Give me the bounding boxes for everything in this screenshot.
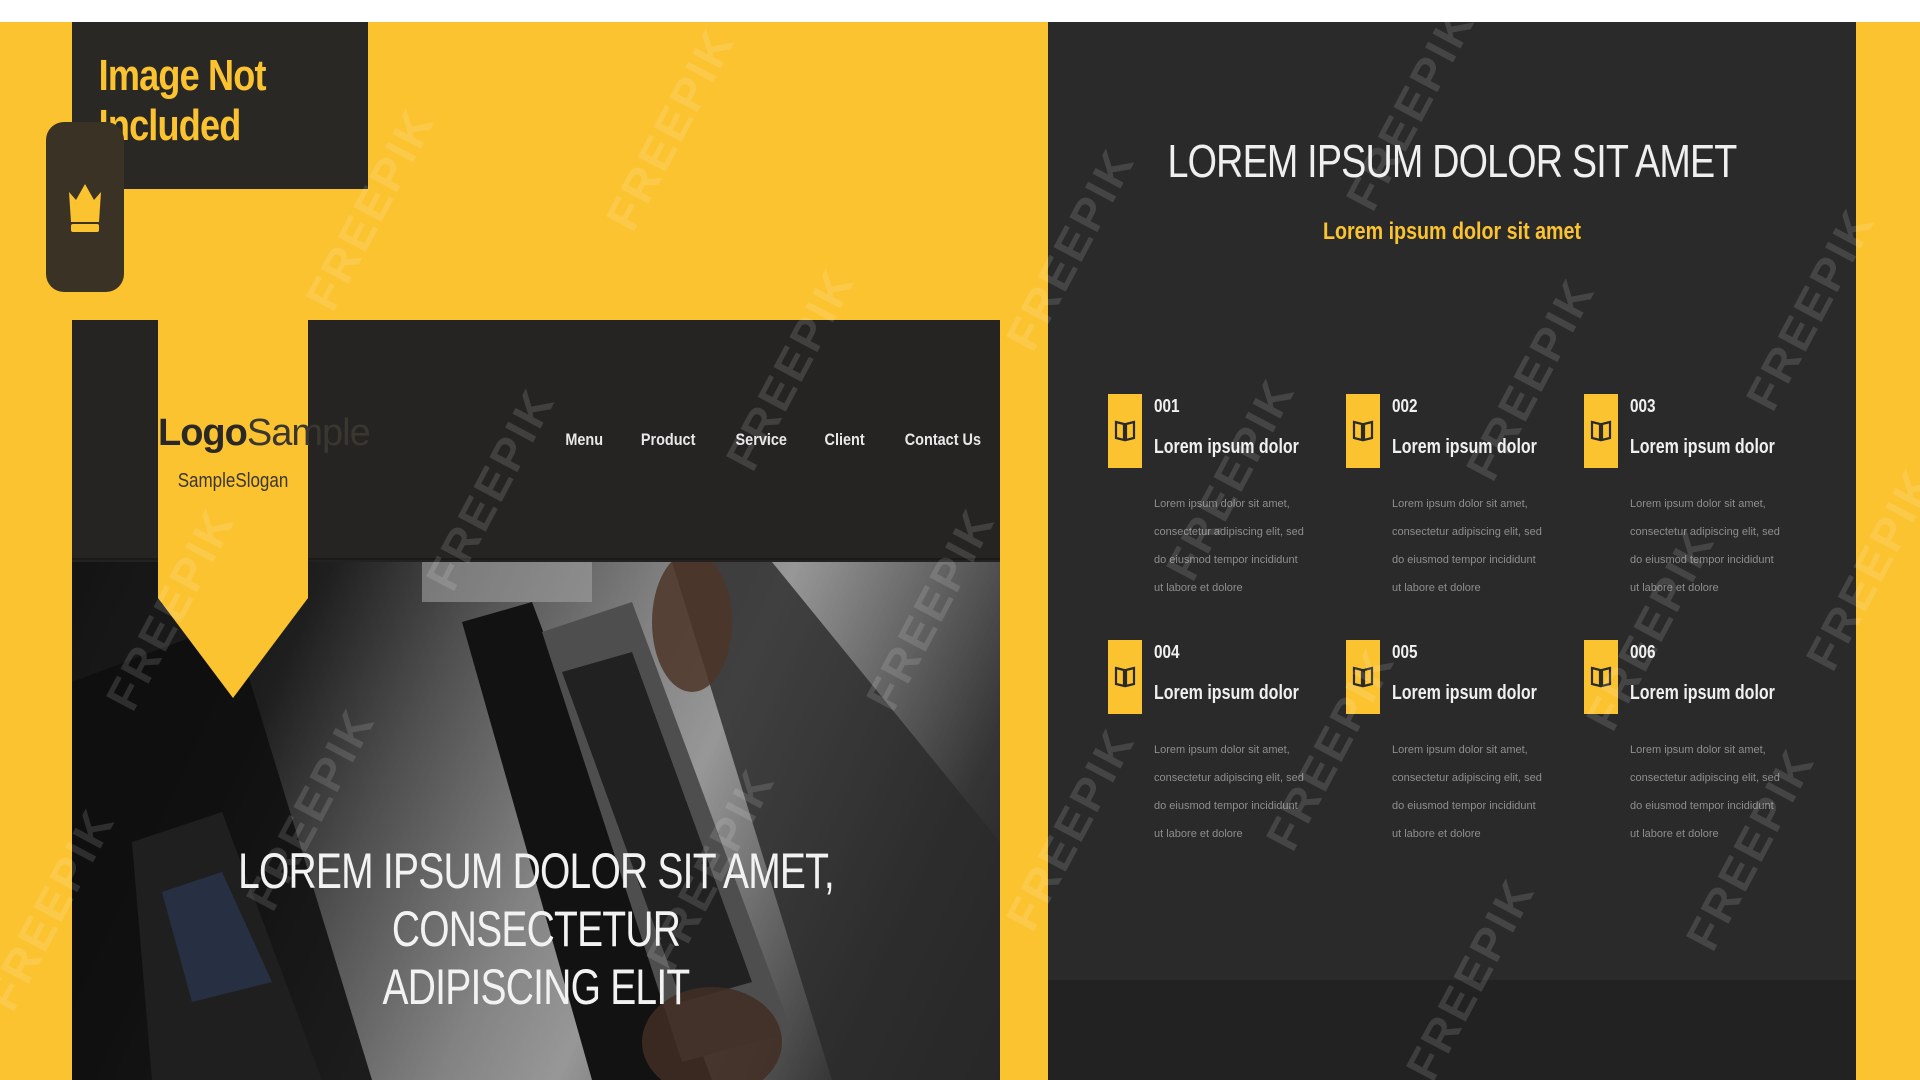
feature-card: 004 Lorem ipsum dolor Lorem ipsum dolor … bbox=[1108, 640, 1308, 840]
premium-crown-button[interactable] bbox=[46, 122, 124, 292]
nav-menu: Menu Product Service Client Contact Us bbox=[562, 430, 988, 450]
feature-title: Lorem ipsum dolor bbox=[1392, 682, 1537, 704]
panel-subtitle: Lorem ipsum dolor sit amet bbox=[1322, 218, 1582, 245]
feature-title: Lorem ipsum dolor bbox=[1630, 682, 1775, 704]
logo-light: Sample bbox=[246, 412, 371, 454]
feature-number: 003 bbox=[1630, 396, 1656, 416]
logo-tab[interactable]: LogoSample SampleSlogan bbox=[158, 320, 371, 698]
feature-body: Lorem ipsum dolor sit amet, consectetur … bbox=[1392, 744, 1542, 840]
hero-heading-line1: LOREM IPSUM DOLOR SIT AMET, CONSECTETUR bbox=[238, 843, 835, 957]
feature-title: Lorem ipsum dolor bbox=[1630, 436, 1775, 458]
nav-item-client[interactable]: Client bbox=[825, 430, 865, 450]
feature-title: Lorem ipsum dolor bbox=[1154, 682, 1299, 704]
feature-number: 001 bbox=[1154, 396, 1180, 416]
feature-card: 002 Lorem ipsum dolor Lorem ipsum dolor … bbox=[1346, 394, 1546, 594]
feature-number: 004 bbox=[1154, 642, 1180, 662]
crown-icon bbox=[69, 184, 101, 232]
panel-title: LOREM IPSUM DOLOR SIT AMET bbox=[1167, 135, 1737, 187]
logo-tab-shape bbox=[158, 320, 308, 698]
book-icon bbox=[1108, 394, 1142, 468]
feature-body: Lorem ipsum dolor sit amet, consectetur … bbox=[1154, 744, 1304, 840]
features-panel: LOREM IPSUM DOLOR SIT AMET Lorem ipsum d… bbox=[1048, 22, 1856, 1080]
feature-body: Lorem ipsum dolor sit amet, consectetur … bbox=[1154, 498, 1304, 594]
feature-body: Lorem ipsum dolor sit amet, consectetur … bbox=[1630, 498, 1780, 594]
feature-number: 005 bbox=[1392, 642, 1418, 662]
website-mockup: Menu Product Service Client Contact Us L… bbox=[72, 320, 1000, 1080]
panel-footer bbox=[1048, 980, 1856, 1080]
logo-text: LogoSample bbox=[158, 412, 371, 455]
book-icon bbox=[1108, 640, 1142, 714]
feature-title: Lorem ipsum dolor bbox=[1154, 436, 1299, 458]
nav-item-product[interactable]: Product bbox=[641, 430, 696, 450]
feature-title: Lorem ipsum dolor bbox=[1392, 436, 1537, 458]
nav-item-service[interactable]: Service bbox=[735, 430, 786, 450]
book-icon bbox=[1584, 394, 1618, 468]
book-icon bbox=[1346, 640, 1380, 714]
nav-item-menu[interactable]: Menu bbox=[565, 430, 603, 450]
hero-heading-line2: ADIPISCING ELIT bbox=[382, 959, 691, 1015]
feature-card: 003 Lorem ipsum dolor Lorem ipsum dolor … bbox=[1584, 394, 1784, 594]
feature-number: 006 bbox=[1630, 642, 1656, 662]
book-icon bbox=[1346, 394, 1380, 468]
book-icon bbox=[1584, 640, 1618, 714]
stage: Image Not Included Menu Product Service … bbox=[0, 22, 1920, 1080]
logo-strong: Logo bbox=[158, 412, 248, 454]
feature-body: Lorem ipsum dolor sit amet, consectetur … bbox=[1630, 744, 1780, 840]
feature-card: 005 Lorem ipsum dolor Lorem ipsum dolor … bbox=[1346, 640, 1546, 840]
nav-item-contact-us[interactable]: Contact Us bbox=[905, 430, 981, 450]
badge-text: Image Not Included bbox=[98, 50, 267, 150]
feature-number: 002 bbox=[1392, 396, 1418, 416]
feature-card: 001 Lorem ipsum dolor Lorem ipsum dolor … bbox=[1108, 394, 1308, 594]
logo-slogan: SampleSlogan bbox=[177, 470, 289, 492]
feature-body: Lorem ipsum dolor sit amet, consectetur … bbox=[1392, 498, 1542, 594]
feature-card: 006 Lorem ipsum dolor Lorem ipsum dolor … bbox=[1584, 640, 1784, 840]
watermark-text: FREEPIK bbox=[595, 22, 745, 239]
